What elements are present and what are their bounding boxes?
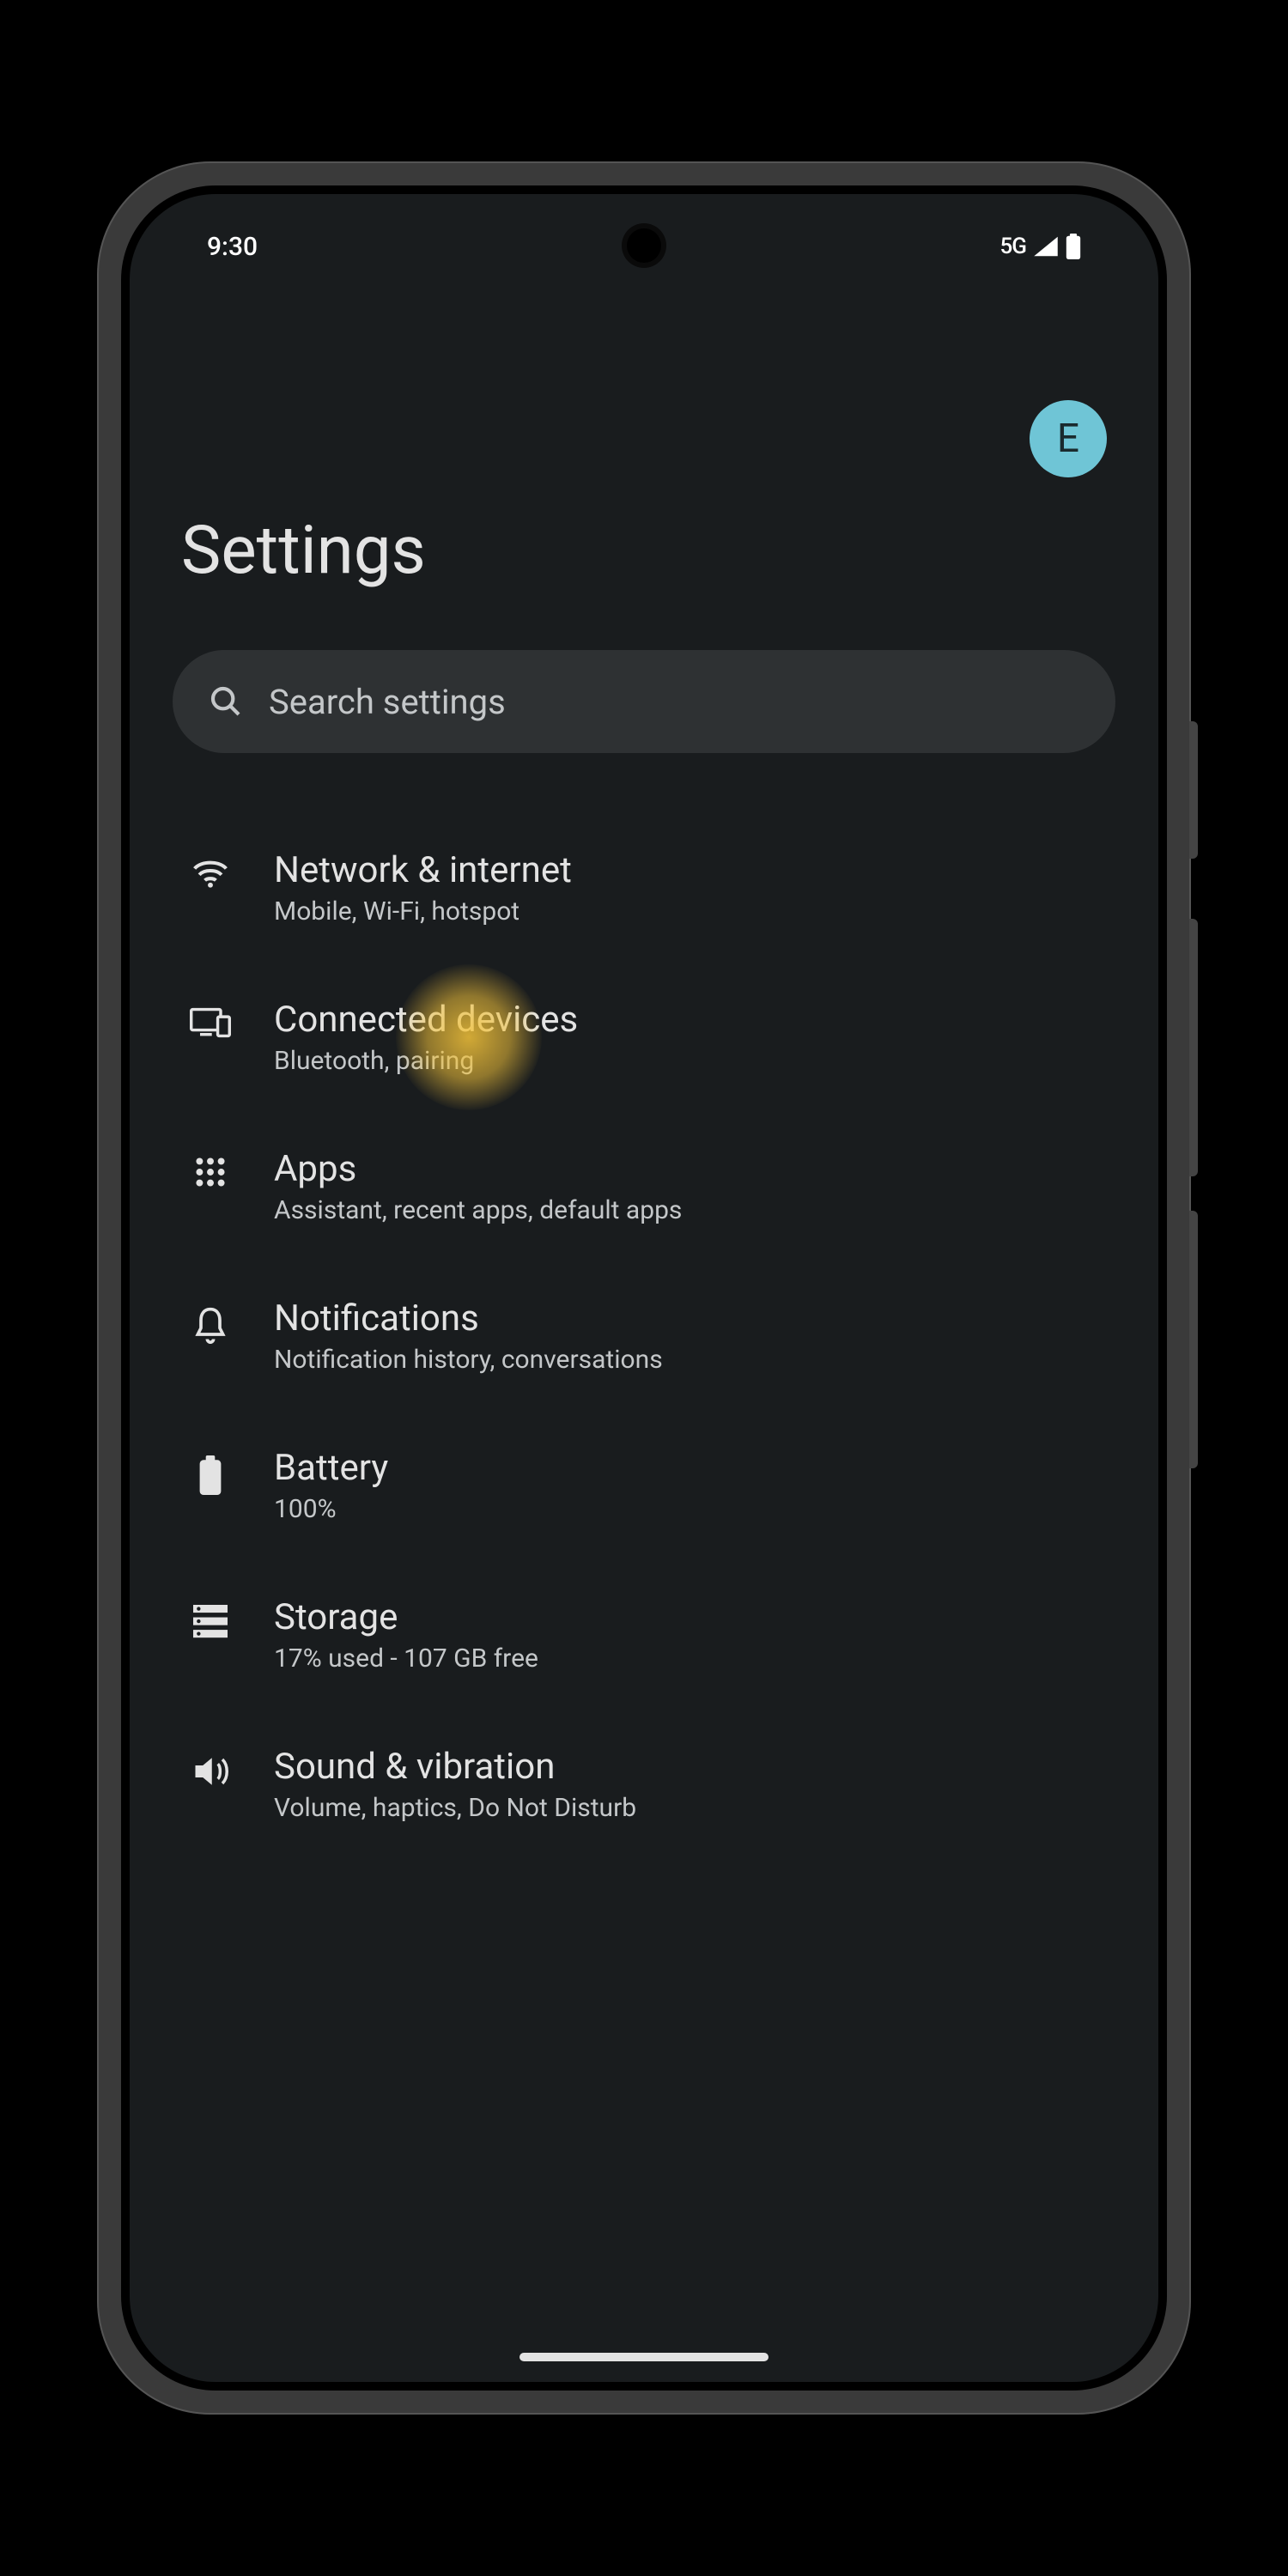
battery-icon xyxy=(1066,234,1081,259)
settings-item-connected-devices[interactable]: Connected devices Bluetooth, pairing xyxy=(173,963,1115,1112)
profile-avatar[interactable]: E xyxy=(1030,400,1107,477)
item-title: Connected devices xyxy=(274,999,1102,1041)
status-icons: 5G xyxy=(1000,234,1082,259)
item-title: Battery xyxy=(274,1447,1102,1489)
settings-list: Network & internet Mobile, Wi-Fi, hotspo… xyxy=(173,805,1115,1859)
item-subtitle: Bluetooth, pairing xyxy=(274,1046,1102,1076)
battery-icon xyxy=(199,1455,222,1495)
search-input[interactable] xyxy=(269,682,1079,722)
item-title: Network & internet xyxy=(274,849,1102,891)
settings-item-sound[interactable]: Sound & vibration Volume, haptics, Do No… xyxy=(173,1710,1115,1859)
settings-item-network[interactable]: Network & internet Mobile, Wi-Fi, hotspo… xyxy=(173,813,1115,963)
volume-down-button[interactable] xyxy=(1189,1211,1198,1468)
settings-item-storage[interactable]: Storage 17% used - 107 GB free xyxy=(173,1560,1115,1710)
settings-item-notifications[interactable]: Notifications Notification history, conv… xyxy=(173,1261,1115,1411)
status-bar: 9:30 5G xyxy=(130,225,1158,268)
page-title: Settings xyxy=(173,512,1115,590)
phone-frame: 9:30 5G E Settings xyxy=(99,163,1189,2413)
storage-icon xyxy=(193,1605,228,1639)
wifi-icon xyxy=(191,858,229,889)
status-time: 9:30 xyxy=(207,232,258,262)
phone-bezel: 9:30 5G E Settings xyxy=(121,185,1167,2391)
power-button[interactable] xyxy=(1189,721,1198,859)
item-title: Apps xyxy=(274,1148,1102,1190)
item-title: Storage xyxy=(274,1596,1102,1638)
volume-icon xyxy=(192,1754,228,1789)
item-subtitle: Mobile, Wi-Fi, hotspot xyxy=(274,896,1102,927)
item-title: Sound & vibration xyxy=(274,1746,1102,1788)
search-icon xyxy=(209,684,243,719)
item-subtitle: Assistant, recent apps, default apps xyxy=(274,1195,1102,1225)
volume-up-button[interactable] xyxy=(1189,919,1198,1176)
settings-item-apps[interactable]: Apps Assistant, recent apps, default app… xyxy=(173,1112,1115,1261)
content-area: E Settings Network & internet Mobile, xyxy=(130,289,1158,2382)
network-type-label: 5G xyxy=(1000,234,1027,259)
settings-item-battery[interactable]: Battery 100% xyxy=(173,1411,1115,1560)
apps-grid-icon xyxy=(195,1157,226,1188)
item-subtitle: Volume, haptics, Do Not Disturb xyxy=(274,1793,1102,1823)
bell-icon xyxy=(194,1306,227,1344)
item-title: Notifications xyxy=(274,1297,1102,1340)
navigation-bar-handle[interactable] xyxy=(519,2353,769,2361)
item-subtitle: Notification history, conversations xyxy=(274,1345,1102,1375)
search-bar[interactable] xyxy=(173,650,1115,753)
item-subtitle: 100% xyxy=(274,1494,1102,1524)
screen: 9:30 5G E Settings xyxy=(130,194,1158,2382)
devices-icon xyxy=(190,1007,231,1038)
cellular-signal-icon xyxy=(1033,235,1059,258)
item-subtitle: 17% used - 107 GB free xyxy=(274,1643,1102,1674)
